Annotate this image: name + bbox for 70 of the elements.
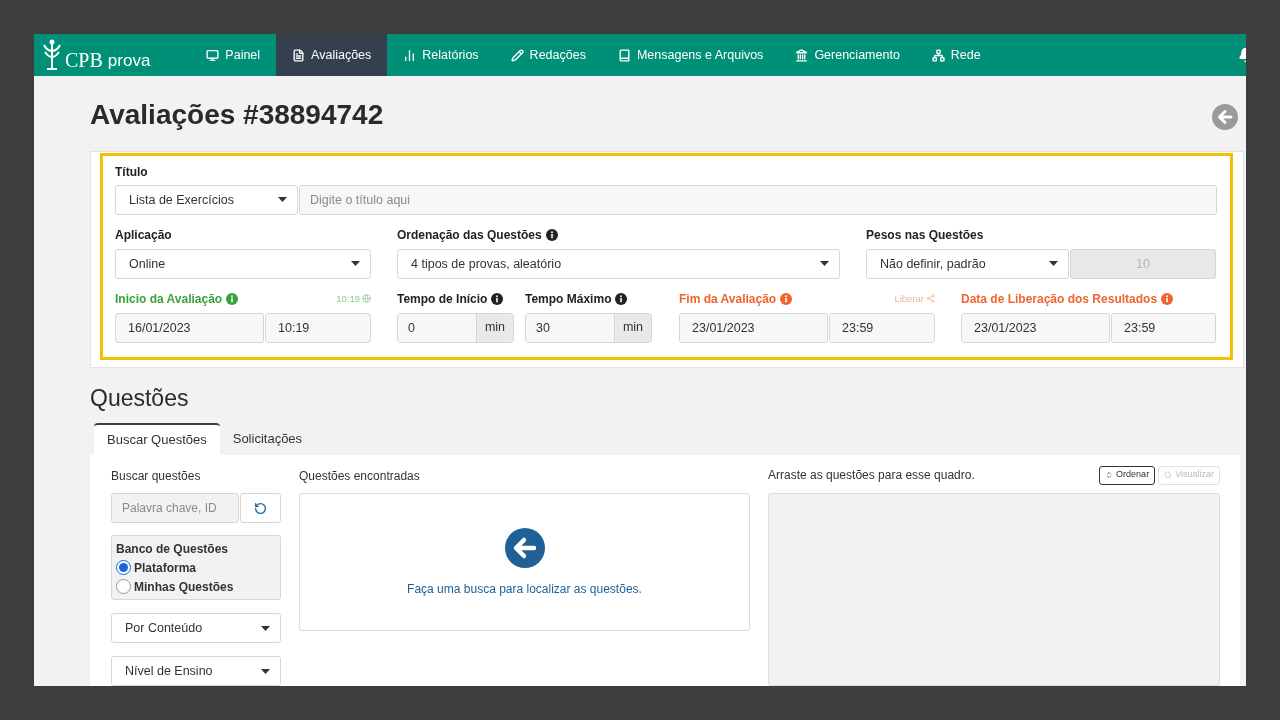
filter-select[interactable]: Por Conteúdo	[111, 613, 281, 643]
field-label: Fim da Avaliação	[679, 290, 777, 308]
nav-icon	[617, 48, 631, 62]
radio-button[interactable]	[116, 579, 131, 594]
type-select[interactable]: Lista de Exercícios	[115, 184, 298, 215]
info-icon[interactable]	[615, 292, 628, 305]
field-label: Tempo de Início	[397, 290, 488, 308]
field-label: Pesos nas Questões	[866, 226, 984, 244]
page-title: Avaliações #38894742	[90, 98, 384, 133]
search-label: Buscar questões	[111, 468, 202, 483]
reset-icon	[254, 501, 267, 515]
bank-label: Banco de Questões	[116, 541, 230, 558]
nav-tab[interactable]: Painel	[190, 34, 277, 76]
nav-icon	[206, 48, 220, 62]
nav-icon	[795, 48, 809, 62]
nav-tab[interactable]: Rede	[915, 34, 997, 76]
radio-label: Plataforma	[134, 559, 197, 577]
keyword-input[interactable]: Palavra chave, ID	[111, 493, 239, 523]
date-field[interactable]: 23/01/2023	[961, 312, 1110, 343]
caret-icon	[261, 625, 270, 631]
field-label: Data de Liberação dos Resultados	[961, 290, 1158, 308]
sort-icon	[1105, 471, 1114, 479]
date-field[interactable]: 16/01/2023	[115, 312, 264, 343]
found-label: Questões encontradas	[299, 468, 421, 483]
caret-icon	[1049, 261, 1058, 267]
nav-icon	[403, 48, 417, 62]
nav-tab[interactable]: Redações	[494, 34, 602, 76]
field-label: Ordenação das Questões	[397, 226, 542, 244]
logo-text: CPB	[65, 49, 103, 71]
nav-tab[interactable]: Gerenciamento	[779, 34, 916, 76]
toolbar-button[interactable]: Ordenar	[1099, 465, 1156, 485]
reset-button[interactable]	[240, 493, 281, 523]
tab[interactable]: Buscar Questões	[94, 422, 220, 455]
ordering-select[interactable]: 4 tipos de provas, aleatório	[397, 248, 840, 279]
empty-message: Faça uma busca para localizar as questões.	[407, 581, 642, 598]
caret-icon	[278, 197, 287, 203]
logo-product-text: prova	[107, 51, 151, 71]
caret-icon	[820, 261, 829, 267]
date-field[interactable]: 23/01/2023	[679, 312, 828, 343]
application-select[interactable]: Online	[115, 248, 371, 279]
section-heading: Questões	[90, 383, 190, 412]
weights-select[interactable]: Não definir, padrão	[866, 248, 1069, 279]
timezone-time: 10:19	[336, 291, 360, 306]
globe-icon	[362, 294, 371, 304]
field-label: Título	[115, 163, 148, 181]
nav-tab[interactable]: Avaliações	[276, 34, 388, 76]
radio-label: Minhas Questões	[134, 578, 234, 596]
radio-button[interactable]	[116, 560, 131, 575]
field-label: Tempo Máximo	[525, 290, 612, 308]
tab[interactable]: Solicitações	[219, 422, 316, 455]
title-input[interactable]: Digite o título aqui	[299, 184, 1217, 215]
time-field[interactable]: 23:59	[1111, 312, 1216, 343]
time-field[interactable]: 23:59	[829, 312, 935, 343]
field-label: Aplicação	[115, 226, 172, 244]
caret-icon	[261, 668, 270, 674]
caret-icon	[351, 261, 360, 267]
tree-logo-icon	[40, 39, 64, 71]
search-icon	[1164, 471, 1173, 479]
share-icon	[926, 294, 935, 304]
nav-icon	[931, 48, 945, 62]
nav-icon	[292, 48, 306, 62]
drop-area-label: Arraste as questões para esse quadro.	[768, 467, 975, 484]
filter-select[interactable]: Nível de Ensino	[111, 656, 281, 686]
time-field[interactable]: 10:19	[265, 312, 371, 343]
field-label: Inicio da Avaliação	[115, 290, 223, 308]
info-icon[interactable]	[491, 292, 504, 305]
nav-tab[interactable]: Relatórios	[387, 34, 495, 76]
info-icon[interactable]	[545, 228, 558, 241]
nav-tab[interactable]: Mensagens e Arquivos	[601, 34, 780, 76]
nav-icon	[510, 48, 524, 62]
